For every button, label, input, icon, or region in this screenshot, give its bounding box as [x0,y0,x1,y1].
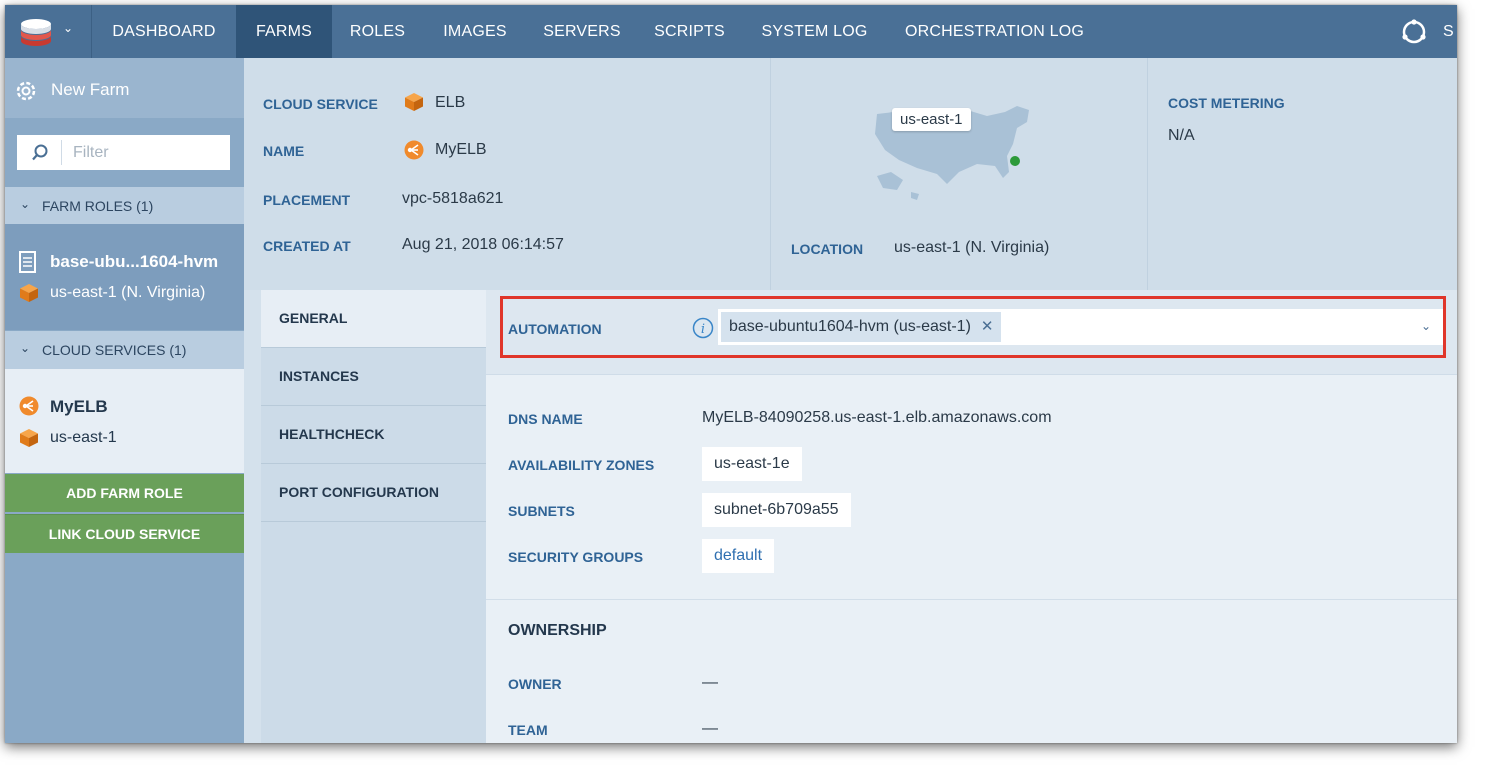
farm-role-location: us-east-1 (N. Virginia) [50,284,206,301]
app-menu-button[interactable]: ⌄ [5,5,92,58]
section-divider [486,599,1457,600]
created-at-label: CREATED AT [263,238,351,254]
region-marker-dot [1010,156,1020,166]
placement-label: PLACEMENT [263,192,351,208]
nav-servers[interactable]: SERVERS [527,5,637,58]
created-at-value: Aug 21, 2018 06:14:57 [402,236,564,253]
farm-roles-header-label: FARM ROLES (1) [42,198,154,214]
cost-metering-value: N/A [1168,127,1195,144]
tab-general-label: GENERAL [279,310,348,326]
tab-healthcheck-label: HEALTHCHECK [279,426,385,442]
cloud-service-value: ELB [435,94,466,111]
farm-role-name: base-ubu...1604-hvm [50,252,219,271]
chevron-down-icon: ⌄ [20,197,31,211]
team-label: TEAM [508,722,548,738]
nav-roles[interactable]: ROLES [332,5,423,58]
cloud-service-location: us-east-1 [50,429,117,446]
service-summary: CLOUD SERVICE ELB NAME MyELB PLACEMENT v… [244,58,770,290]
new-farm-button[interactable]: New Farm [5,58,244,118]
dns-name-label: DNS NAME [508,411,583,427]
ownership-heading: OWNERSHIP [508,622,607,639]
user-menu-truncated[interactable]: S [1443,5,1454,58]
detail-tabs: GENERAL INSTANCES HEALTHCHECK PORT CONFI… [261,290,486,743]
server-role-icon [19,251,36,273]
nav-scripts[interactable]: SCRIPTS [637,5,742,58]
tab-instances[interactable]: INSTANCES [261,348,486,406]
availability-zone-chip: us-east-1e [702,447,802,481]
subnet-chip: subnet-6b709a55 [702,493,851,527]
map-region-label: us-east-1 [892,108,971,131]
tab-instances-label: INSTANCES [279,368,359,384]
farm-role-item[interactable]: base-ubu...1604-hvm us-east-1 (N. Virgin… [5,224,244,330]
general-tab-content: AUTOMATION i base-ubuntu1604-hvm (us-eas… [486,290,1457,743]
top-navigation: ⌄ DASHBOARD FARMS ROLES IMAGES SERVERS S… [5,5,1457,58]
cloud-service-name: MyELB [50,397,108,416]
nav-dashboard[interactable]: DASHBOARD [92,5,236,58]
elb-icon [19,396,39,416]
nav-system-log[interactable]: SYSTEM LOG [742,5,887,58]
cost-metering-panel: COST METERING N/A [1148,58,1457,290]
main-panel: CLOUD SERVICE ELB NAME MyELB PLACEMENT v… [244,58,1457,743]
gear-icon [16,81,36,101]
cloud-service-label: CLOUD SERVICE [263,96,378,112]
security-groups-label: SECURITY GROUPS [508,549,644,565]
dns-name-value: MyELB-84090258.us-east-1.elb.amazonaws.c… [702,409,1052,426]
owner-label: OWNER [508,676,562,692]
cloud-service-item[interactable]: MyELB us-east-1 [5,369,244,473]
availability-zones-label: AVAILABILITY ZONES [508,457,655,473]
cost-metering-label: COST METERING [1168,95,1285,111]
app-window: ⌄ DASHBOARD FARMS ROLES IMAGES SERVERS S… [5,5,1457,743]
nav-farms[interactable]: FARMS [236,5,332,58]
highlight-box [500,296,1446,358]
aws-cube-icon [20,284,38,302]
cloud-services-section-header[interactable]: ⌄ CLOUD SERVICES (1) [5,331,244,369]
nav-images[interactable]: IMAGES [423,5,527,58]
tab-healthcheck[interactable]: HEALTHCHECK [261,406,486,464]
subnets-label: SUBNETS [508,503,575,519]
elb-icon [404,140,424,160]
placement-value: vpc-5818a621 [402,190,504,207]
filter-separator [61,140,62,165]
tab-port-configuration-label: PORT CONFIGURATION [279,484,439,500]
owner-value: — [702,674,718,691]
location-label: LOCATION [791,241,864,257]
app-logo-icon [21,19,51,46]
filter-input[interactable] [71,141,225,165]
chevron-down-icon: ⌄ [20,341,31,355]
farm-roles-section-header[interactable]: ⌄ FARM ROLES (1) [5,187,244,225]
automation-row: AUTOMATION i base-ubuntu1604-hvm (us-eas… [486,290,1457,375]
chevron-down-icon: ⌄ [63,21,74,35]
aws-cube-icon [20,429,38,447]
refresh-icon[interactable] [1401,19,1427,45]
security-group-link[interactable]: default [702,539,775,573]
tab-general[interactable]: GENERAL [261,290,486,348]
cloud-services-header-label: CLOUD SERVICES (1) [42,342,187,358]
team-value: — [702,720,718,737]
nav-orchestration-log[interactable]: ORCHESTRATION LOG [887,5,1102,58]
new-farm-label: New Farm [51,80,130,99]
name-value: MyELB [435,141,487,158]
tab-port-configuration[interactable]: PORT CONFIGURATION [261,464,486,522]
add-farm-role-button[interactable]: ADD FARM ROLE [5,474,244,512]
search-icon [32,144,48,161]
filter-box [17,135,230,170]
name-label: NAME [263,143,305,159]
location-panel: us-east-1 LOCATION us-east-1 (N. Virgini… [771,58,1147,290]
location-value: us-east-1 (N. Virginia) [894,239,1050,256]
link-cloud-service-button[interactable]: LINK CLOUD SERVICE [5,514,244,553]
aws-cube-icon [405,93,423,111]
farm-sidebar: New Farm ⌄ FARM ROLES (1) base-ubu...160… [5,58,244,743]
